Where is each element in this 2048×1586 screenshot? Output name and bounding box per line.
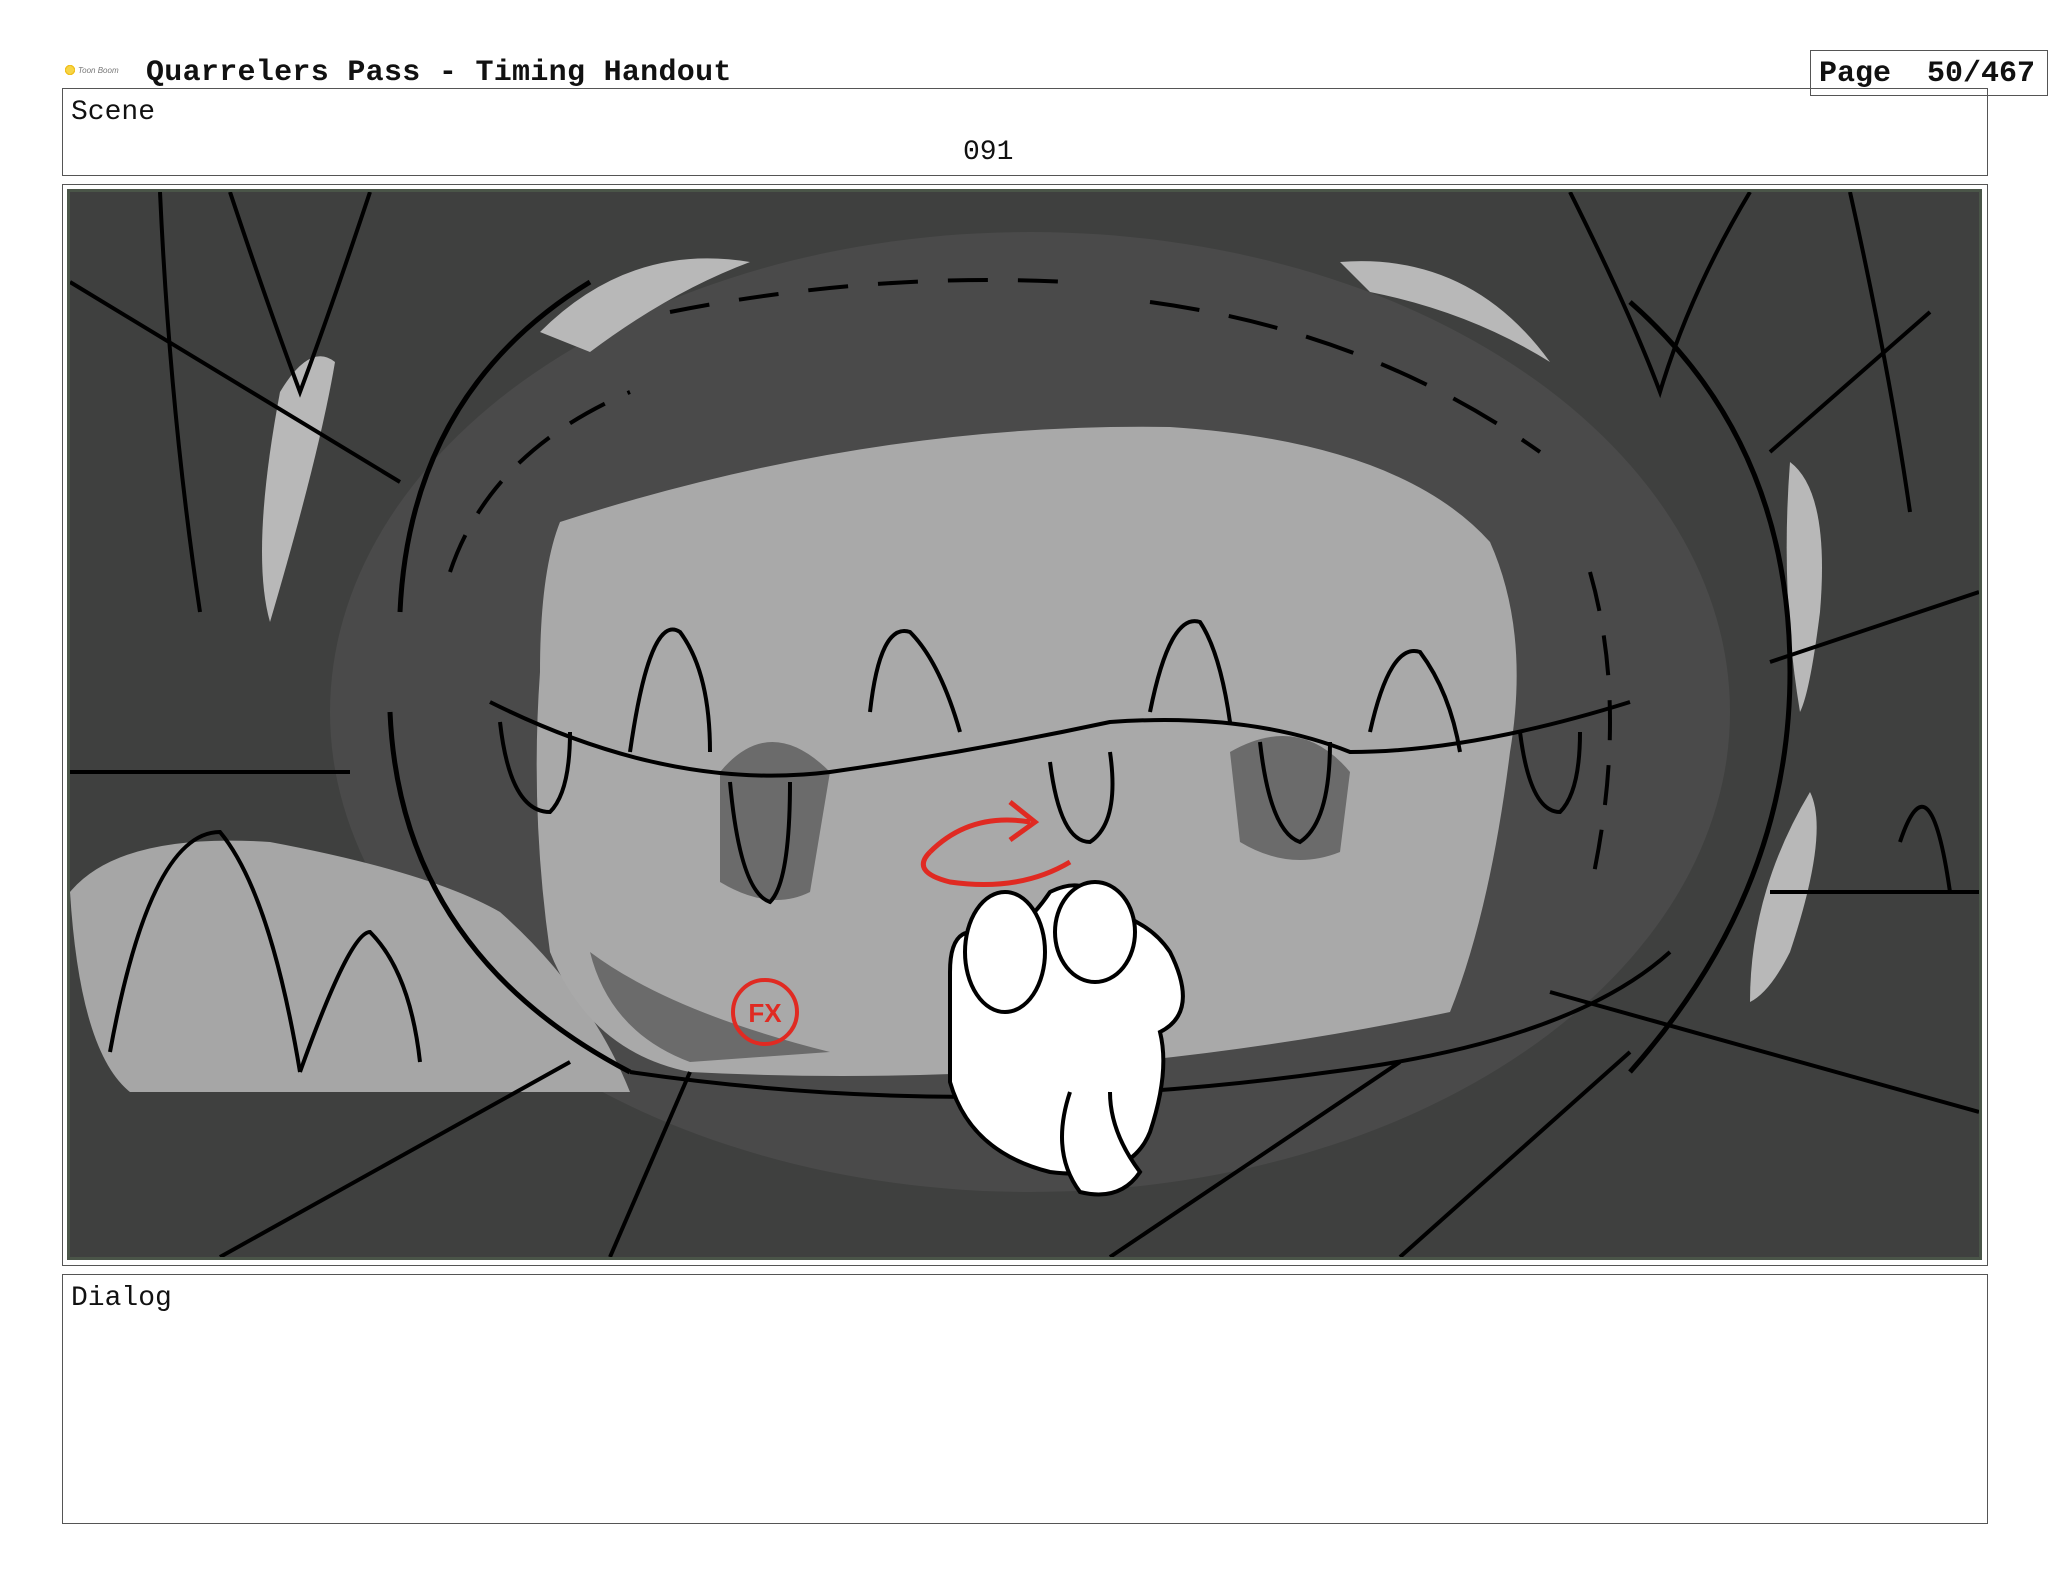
character-ear-right <box>1053 880 1137 984</box>
sun-icon <box>64 64 76 76</box>
logo-text: Toon Boom <box>78 65 119 75</box>
page-label: Page <box>1819 57 1892 91</box>
page-number: 50/467 <box>1927 57 2036 91</box>
dialog-field: Dialog <box>62 1274 1988 1524</box>
toon-boom-logo: Toon Boom <box>64 64 119 76</box>
scene-number: 091 <box>963 137 1014 168</box>
storyboard-panel: FX <box>67 189 1982 1260</box>
fx-text: FX <box>748 998 782 1028</box>
mouth-shadow-2 <box>1230 736 1350 860</box>
scene-field: Scene 091 <box>62 88 1988 176</box>
document-title: Quarrelers Pass - Timing Handout <box>146 56 732 90</box>
character-ear-left <box>963 890 1047 1014</box>
storyboard-sketch: FX <box>70 192 1979 1257</box>
storyboard-frame: FX <box>62 184 1988 1266</box>
page-header: Toon Boom Quarrelers Pass - Timing Hando… <box>62 50 2048 96</box>
dialog-label: Dialog <box>71 1283 172 1314</box>
scene-label: Scene <box>71 97 156 128</box>
